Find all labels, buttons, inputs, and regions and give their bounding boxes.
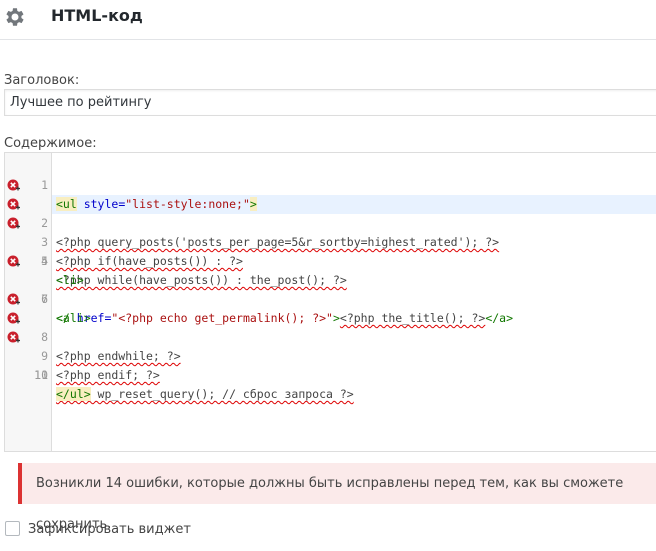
code-line[interactable]: 9 <?php endif; ?> <box>7 309 656 382</box>
fix-widget-label[interactable]: Зафиксировать виджет <box>28 522 191 537</box>
widget-header: HTML-код <box>0 0 656 40</box>
code-line[interactable]: 1 <ul style="list-style:none;"> <box>41 157 656 214</box>
gear-icon[interactable] <box>3 5 27 29</box>
line-number: 11 <box>34 368 48 382</box>
line-number: 3 <box>41 235 48 249</box>
fix-widget-checkbox[interactable] <box>5 521 20 536</box>
widget-title: HTML-код <box>51 6 143 25</box>
code-line[interactable]: 5 <li> <box>41 233 656 287</box>
error-icon[interactable] <box>7 217 21 231</box>
code-line[interactable]: 4 <?php while(have_posts()) : the_post()… <box>7 214 656 287</box>
error-notice: Возникли 14 ошибки, которые должны быть … <box>18 463 656 532</box>
error-icon[interactable] <box>7 255 21 269</box>
code-editor[interactable]: 1 <ul style="list-style:none;"> 2 <?php … <box>4 152 656 452</box>
code-line[interactable]: 11 </ul> <box>34 347 656 401</box>
editor-code-area[interactable]: 1 <ul style="list-style:none;"> 2 <?php … <box>7 153 656 451</box>
error-icon[interactable] <box>7 179 21 193</box>
code-line[interactable]: 8 <?php endwhile; ?> <box>7 290 656 363</box>
code-line[interactable]: 6 <a href="<?php echo get_permalink(); ?… <box>7 252 656 325</box>
code-line[interactable]: 3 <?php if(have_posts()) : ?> <box>7 195 656 268</box>
error-icon[interactable] <box>7 198 21 212</box>
line-number: 9 <box>41 349 48 363</box>
error-icon[interactable] <box>7 331 21 345</box>
code-line[interactable]: 7 </li> <box>41 271 656 325</box>
code-line[interactable]: 2 <?php query_posts('posts_per_page=5&r_… <box>7 176 656 249</box>
code-line[interactable]: 10 <?php wp_reset_query(); // сброс запр… <box>7 328 656 401</box>
error-icon[interactable] <box>7 293 21 307</box>
content-label: Содержимое: <box>4 136 97 151</box>
title-label: Заголовок: <box>4 73 80 88</box>
error-icon[interactable] <box>7 312 21 326</box>
title-input[interactable] <box>4 89 656 116</box>
